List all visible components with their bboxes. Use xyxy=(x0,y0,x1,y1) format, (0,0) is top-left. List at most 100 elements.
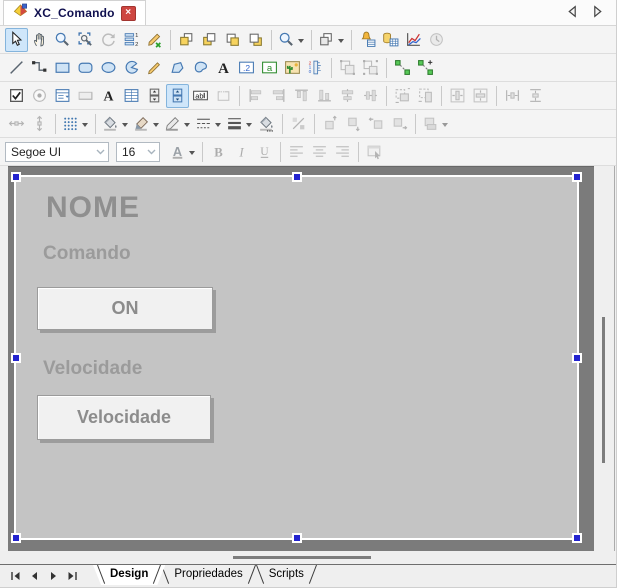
selection-handle[interactable] xyxy=(572,353,582,363)
polyline-button[interactable] xyxy=(28,56,51,80)
rectangle-button[interactable] xyxy=(51,56,74,80)
connect-points-button[interactable] xyxy=(391,56,414,80)
line-style-button[interactable] xyxy=(193,112,224,136)
shade-button[interactable] xyxy=(131,112,162,136)
selection-handle[interactable] xyxy=(11,533,21,543)
line-width-icon xyxy=(226,115,243,132)
dropdown-caret-icon[interactable] xyxy=(82,123,88,130)
tab-order-button[interactable]: 12 xyxy=(120,28,143,52)
horizontal-scrollbar[interactable] xyxy=(0,551,616,564)
chart-button[interactable] xyxy=(402,28,425,52)
nav-last-icon[interactable] xyxy=(65,569,79,582)
center-vertical-button xyxy=(336,84,359,108)
linked-text-button[interactable]: a xyxy=(258,56,281,80)
grid-button[interactable] xyxy=(60,112,91,136)
connect-points-add-button[interactable] xyxy=(414,56,437,80)
label-button[interactable]: A xyxy=(97,84,120,108)
overlap-mode-button[interactable] xyxy=(316,28,347,52)
line-width-button[interactable] xyxy=(224,112,255,136)
font-name-combobox[interactable]: Segoe UI xyxy=(5,142,109,162)
nav-next-icon[interactable] xyxy=(46,569,60,582)
db-table-button[interactable] xyxy=(379,28,402,52)
zoom-level-button[interactable] xyxy=(276,28,307,52)
text-align-center-icon xyxy=(311,143,328,160)
tab-propriedades[interactable]: Propriedades xyxy=(157,565,259,585)
line-button[interactable] xyxy=(5,56,28,80)
screen-form[interactable]: NOME Comando ON Velocidade Velocidade xyxy=(16,177,577,538)
form-command-label[interactable]: Comando xyxy=(43,243,131,265)
text-button[interactable]: A xyxy=(212,56,235,80)
dropdown-caret-icon[interactable] xyxy=(122,123,128,130)
tab-design[interactable]: Design xyxy=(93,565,165,585)
selection-handle[interactable] xyxy=(572,533,582,543)
dropdown-caret-icon[interactable] xyxy=(338,39,344,46)
canvas-workspace[interactable]: NOME Comando ON Velocidade Velocidade xyxy=(8,166,594,551)
position-icon xyxy=(422,115,439,132)
align-bottom-icon xyxy=(316,87,333,104)
space-evenly-v-icon xyxy=(527,87,544,104)
fill-color-button[interactable] xyxy=(100,112,131,136)
bring-to-front-button[interactable] xyxy=(175,28,198,52)
zoom-region-button[interactable] xyxy=(74,28,97,52)
font-color-button[interactable]: A xyxy=(167,140,198,164)
ellipse-button[interactable] xyxy=(97,56,120,80)
select-cursor-button[interactable] xyxy=(5,28,28,52)
form-velocity-label[interactable]: Velocidade xyxy=(43,358,142,380)
form-velocity-button[interactable]: Velocidade xyxy=(37,395,211,440)
selection-handle[interactable] xyxy=(11,353,21,363)
tab-scripts[interactable]: Scripts xyxy=(252,565,321,585)
dropdown-caret-icon[interactable] xyxy=(184,123,190,130)
arc-button[interactable] xyxy=(120,56,143,80)
send-to-back-button[interactable] xyxy=(198,28,221,52)
close-icon[interactable] xyxy=(121,6,136,21)
italic-button: I xyxy=(230,140,253,164)
textbox-button[interactable]: ab xyxy=(189,84,212,108)
dropdown-caret-icon[interactable] xyxy=(246,123,252,130)
spinner-button[interactable] xyxy=(143,84,166,108)
horizontal-scrollbar-thumb[interactable] xyxy=(233,556,371,559)
nav-first-icon[interactable] xyxy=(8,569,22,582)
pan-hand-button[interactable] xyxy=(28,28,51,52)
window-select-button xyxy=(363,140,386,164)
toolbar-separator xyxy=(314,114,315,134)
rounded-rectangle-button[interactable] xyxy=(74,56,97,80)
pencil-delete-button[interactable] xyxy=(143,28,166,52)
selection-handle[interactable] xyxy=(292,172,302,182)
form-heading-label[interactable]: NOME xyxy=(46,191,140,225)
alarm-viewer-button[interactable] xyxy=(356,28,379,52)
form-on-button[interactable]: ON xyxy=(37,287,213,330)
selection-handle[interactable] xyxy=(572,172,582,182)
picture-button[interactable] xyxy=(281,56,304,80)
vertical-scrollbar-thumb[interactable] xyxy=(602,317,605,463)
table-button[interactable] xyxy=(120,84,143,108)
nav-prev-icon[interactable] xyxy=(27,569,41,582)
scale-button[interactable]: 210 xyxy=(304,56,327,80)
dropdown-caret-icon[interactable] xyxy=(442,123,448,130)
dropdown-caret-icon[interactable] xyxy=(215,123,221,130)
zoom-button[interactable] xyxy=(51,28,74,52)
dropdown-caret-icon[interactable] xyxy=(298,39,304,46)
bring-forward-button[interactable] xyxy=(221,28,244,52)
line-color-button[interactable] xyxy=(162,112,193,136)
pencil-button[interactable] xyxy=(143,56,166,80)
dropdown-caret-icon[interactable] xyxy=(153,123,159,130)
send-backward-button[interactable] xyxy=(244,28,267,52)
chevron-down-icon[interactable] xyxy=(143,149,159,155)
selection-handle[interactable] xyxy=(11,172,21,182)
fill-effects-button[interactable] xyxy=(255,112,278,136)
updown-button[interactable] xyxy=(166,84,189,108)
display-value-button[interactable]: .2 xyxy=(235,56,258,80)
chevron-down-icon[interactable] xyxy=(92,149,108,155)
checkbox-button[interactable] xyxy=(5,84,28,108)
font-size-combobox[interactable]: 16 xyxy=(116,142,160,162)
dropdown-caret-icon[interactable] xyxy=(189,151,195,158)
polygon-button[interactable] xyxy=(166,56,189,80)
push-button-icon xyxy=(77,87,94,104)
scroll-right-icon[interactable] xyxy=(591,5,604,23)
scroll-left-icon[interactable] xyxy=(566,5,579,23)
selection-handle[interactable] xyxy=(292,533,302,543)
vertical-scrollbar[interactable] xyxy=(594,166,614,551)
listbox-button[interactable] xyxy=(51,84,74,108)
document-tab[interactable]: XC_Comando xyxy=(3,0,146,25)
closed-curve-button[interactable] xyxy=(189,56,212,80)
